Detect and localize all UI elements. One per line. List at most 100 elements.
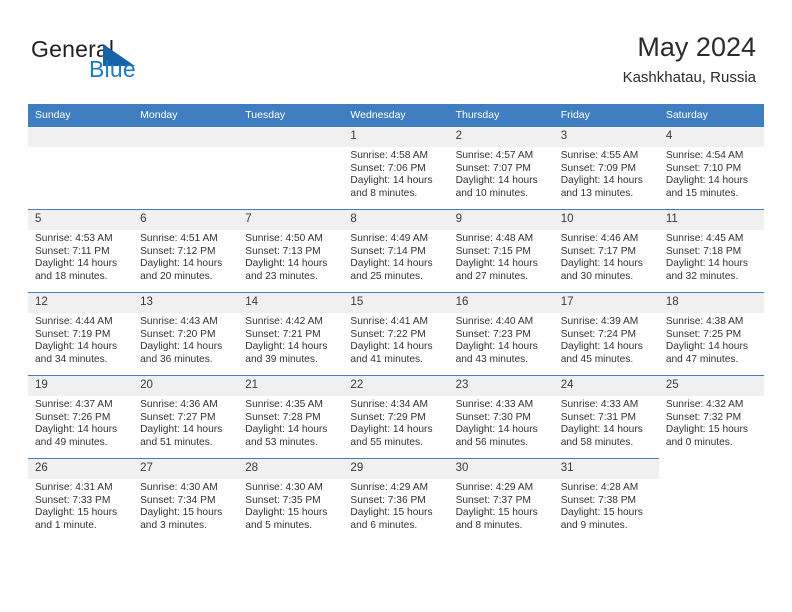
day-details: Sunrise: 4:31 AM Sunset: 7:33 PM Daylight:…: [28, 479, 133, 532]
calendar-day-cell[interactable]: 9 Sunrise: 4:48 AM Sunset: 7:15 PM Daylight…: [448, 209, 554, 293]
daylight-text-line2: and 34 minutes.: [35, 353, 108, 365]
day-number: 15: [343, 293, 449, 313]
calendar-day-cell[interactable]: 1 Sunrise: 4:58 AM Sunset: 7:06 PM Daylight…: [343, 126, 449, 210]
daylight-text-line2: and 8 minutes.: [455, 519, 523, 531]
sunrise-text: Sunrise: 4:43 AM: [140, 316, 218, 327]
day-details: Sunrise: 4:41 AM Sunset: 7:22 PM Daylight:…: [343, 313, 448, 366]
day-details: Sunrise: 4:53 AM Sunset: 7:11 PM Daylight:…: [28, 230, 133, 283]
brand-logo[interactable]: General Blue: [31, 36, 261, 88]
daylight-text-line2: and 13 minutes.: [560, 187, 634, 199]
weekday-header-wednesday: Wednesday: [343, 104, 449, 127]
day-details: Sunrise: 4:35 AM Sunset: 7:28 PM Daylight:…: [238, 396, 343, 449]
daylight-text-line2: and 0 minutes.: [665, 436, 733, 448]
calendar-day-cell[interactable]: 26 Sunrise: 4:31 AM Sunset: 7:33 PM Dayligh…: [28, 458, 134, 541]
sunrise-text: Sunrise: 4:33 AM: [455, 399, 534, 410]
calendar-day-cell[interactable]: 10 Sunrise: 4:46 AM Sunset: 7:17 PM Dayligh…: [553, 209, 659, 293]
calendar-day-cell[interactable]: 19 Sunrise: 4:37 AM Sunset: 7:26 PM Dayligh…: [28, 375, 134, 459]
daylight-text-line2: and 8 minutes.: [350, 187, 418, 199]
daylight-text-line1: Daylight: 14 hours: [455, 341, 538, 353]
sunset-text: Sunset: 7:38 PM: [560, 494, 637, 506]
sunset-text: Sunset: 7:17 PM: [560, 245, 637, 257]
day-number: 11: [658, 210, 764, 230]
day-details: Sunrise: 4:39 AM Sunset: 7:24 PM Daylight:…: [554, 313, 659, 366]
day-number: [238, 127, 344, 147]
calendar-day-cell[interactable]: 31 Sunrise: 4:28 AM Sunset: 7:38 PM Dayligh…: [553, 458, 659, 541]
calendar-day-cell[interactable]: 4 Sunrise: 4:54 AM Sunset: 7:10 PM Daylight…: [658, 126, 764, 210]
daylight-text-line1: Daylight: 15 hours: [665, 424, 748, 436]
daylight-text-line1: Daylight: 15 hours: [35, 507, 118, 519]
day-details: Sunrise: 4:30 AM Sunset: 7:35 PM Daylight:…: [238, 479, 343, 532]
day-details: Sunrise: 4:33 AM Sunset: 7:30 PM Daylight:…: [449, 396, 554, 449]
sunrise-text: Sunrise: 4:36 AM: [140, 399, 218, 410]
daylight-text-line1: Daylight: 14 hours: [140, 258, 223, 270]
day-number: 30: [448, 459, 554, 479]
day-number: 22: [343, 376, 449, 396]
calendar-day-cell[interactable]: 12 Sunrise: 4:44 AM Sunset: 7:19 PM Dayligh…: [28, 292, 134, 376]
calendar-day-cell[interactable]: 20 Sunrise: 4:36 AM Sunset: 7:27 PM Dayligh…: [133, 375, 239, 459]
day-number: 31: [553, 459, 659, 479]
daylight-text-line1: Daylight: 15 hours: [455, 507, 538, 519]
calendar-day-cell[interactable]: 23 Sunrise: 4:33 AM Sunset: 7:30 PM Dayligh…: [448, 375, 554, 459]
sunrise-text: Sunrise: 4:33 AM: [560, 399, 639, 410]
sunset-text: Sunset: 7:34 PM: [140, 494, 216, 506]
day-number: 13: [133, 293, 239, 313]
calendar-week-row: 1 Sunrise: 4:58 AM Sunset: 7:06 PM Daylight…: [28, 126, 764, 210]
calendar-day-cell[interactable]: 6 Sunrise: 4:51 AM Sunset: 7:12 PM Daylight…: [133, 209, 239, 293]
daylight-text-line2: and 18 minutes.: [35, 270, 108, 282]
calendar-day-cell[interactable]: 24 Sunrise: 4:33 AM Sunset: 7:31 PM Dayligh…: [553, 375, 659, 459]
calendar-day-cell[interactable]: 14 Sunrise: 4:42 AM Sunset: 7:21 PM Dayligh…: [238, 292, 344, 376]
day-number: 20: [133, 376, 239, 396]
sunset-text: Sunset: 7:19 PM: [35, 328, 111, 340]
calendar-day-cell[interactable]: 22 Sunrise: 4:34 AM Sunset: 7:29 PM Dayligh…: [343, 375, 449, 459]
daylight-text-line2: and 23 minutes.: [245, 270, 318, 282]
sunrise-text: Sunrise: 4:31 AM: [35, 482, 113, 493]
day-details: [28, 147, 133, 150]
daylight-text-line1: Daylight: 15 hours: [245, 507, 328, 519]
calendar-day-cell[interactable]: 3 Sunrise: 4:55 AM Sunset: 7:09 PM Daylight…: [553, 126, 659, 210]
day-number: 17: [553, 293, 659, 313]
sunset-text: Sunset: 7:28 PM: [245, 411, 321, 423]
sunset-text: Sunset: 7:35 PM: [245, 494, 321, 506]
calendar-day-cell[interactable]: 27 Sunrise: 4:30 AM Sunset: 7:34 PM Dayligh…: [133, 458, 239, 541]
sunrise-text: Sunrise: 4:37 AM: [35, 399, 113, 410]
calendar-day-cell[interactable]: 8 Sunrise: 4:49 AM Sunset: 7:14 PM Daylight…: [343, 209, 449, 293]
day-number: [28, 127, 134, 147]
sunset-text: Sunset: 7:18 PM: [665, 245, 742, 257]
daylight-text-line1: Daylight: 14 hours: [350, 424, 433, 436]
daylight-text-line2: and 30 minutes.: [560, 270, 634, 282]
calendar-day-cell[interactable]: 25 Sunrise: 4:32 AM Sunset: 7:32 PM Dayligh…: [658, 375, 764, 459]
calendar-day-cell[interactable]: 13 Sunrise: 4:43 AM Sunset: 7:20 PM Dayligh…: [133, 292, 239, 376]
calendar-day-cell[interactable]: 18 Sunrise: 4:38 AM Sunset: 7:25 PM Dayligh…: [658, 292, 764, 376]
calendar-day-cell[interactable]: 11 Sunrise: 4:45 AM Sunset: 7:18 PM Dayligh…: [658, 209, 764, 293]
day-details: Sunrise: 4:51 AM Sunset: 7:12 PM Daylight:…: [133, 230, 238, 283]
daylight-text-line2: and 49 minutes.: [35, 436, 108, 448]
daylight-text-line2: and 32 minutes.: [665, 270, 739, 282]
sunset-text: Sunset: 7:24 PM: [560, 328, 637, 340]
sunset-text: Sunset: 7:14 PM: [350, 245, 426, 257]
daylight-text-line2: and 47 minutes.: [665, 353, 739, 365]
daylight-text-line1: Daylight: 14 hours: [455, 175, 538, 187]
day-details: Sunrise: 4:57 AM Sunset: 7:07 PM Daylight:…: [449, 147, 554, 200]
calendar-day-cell[interactable]: 15 Sunrise: 4:41 AM Sunset: 7:22 PM Dayligh…: [343, 292, 449, 376]
sunset-text: Sunset: 7:13 PM: [245, 245, 321, 257]
calendar-day-cell[interactable]: 7 Sunrise: 4:50 AM Sunset: 7:13 PM Daylight…: [238, 209, 344, 293]
daylight-text-line1: Daylight: 14 hours: [350, 341, 433, 353]
daylight-text-line2: and 36 minutes.: [140, 353, 213, 365]
calendar-week-row: 26 Sunrise: 4:31 AM Sunset: 7:33 PM Dayligh…: [28, 458, 764, 541]
calendar-day-cell[interactable]: 16 Sunrise: 4:40 AM Sunset: 7:23 PM Dayligh…: [448, 292, 554, 376]
weekday-header-friday: Friday: [553, 104, 659, 127]
sunrise-text: Sunrise: 4:30 AM: [140, 482, 218, 493]
day-details: Sunrise: 4:43 AM Sunset: 7:20 PM Daylight:…: [133, 313, 238, 366]
calendar-day-cell[interactable]: 2 Sunrise: 4:57 AM Sunset: 7:07 PM Daylight…: [448, 126, 554, 210]
calendar-day-cell[interactable]: 29 Sunrise: 4:29 AM Sunset: 7:36 PM Dayligh…: [343, 458, 449, 541]
day-details: Sunrise: 4:30 AM Sunset: 7:34 PM Daylight:…: [133, 479, 238, 532]
daylight-text-line2: and 51 minutes.: [140, 436, 213, 448]
day-details: [238, 147, 343, 150]
calendar-day-cell[interactable]: 17 Sunrise: 4:39 AM Sunset: 7:24 PM Dayligh…: [553, 292, 659, 376]
calendar-week-row: 5 Sunrise: 4:53 AM Sunset: 7:11 PM Daylight…: [28, 209, 764, 293]
calendar-day-cell[interactable]: 5 Sunrise: 4:53 AM Sunset: 7:11 PM Daylight…: [28, 209, 134, 293]
calendar-day-cell[interactable]: 30 Sunrise: 4:29 AM Sunset: 7:37 PM Dayligh…: [448, 458, 554, 541]
calendar-day-cell[interactable]: 28 Sunrise: 4:30 AM Sunset: 7:35 PM Dayligh…: [238, 458, 344, 541]
calendar-day-cell[interactable]: 21 Sunrise: 4:35 AM Sunset: 7:28 PM Dayligh…: [238, 375, 344, 459]
calendar-day-cell-empty: [238, 126, 344, 210]
